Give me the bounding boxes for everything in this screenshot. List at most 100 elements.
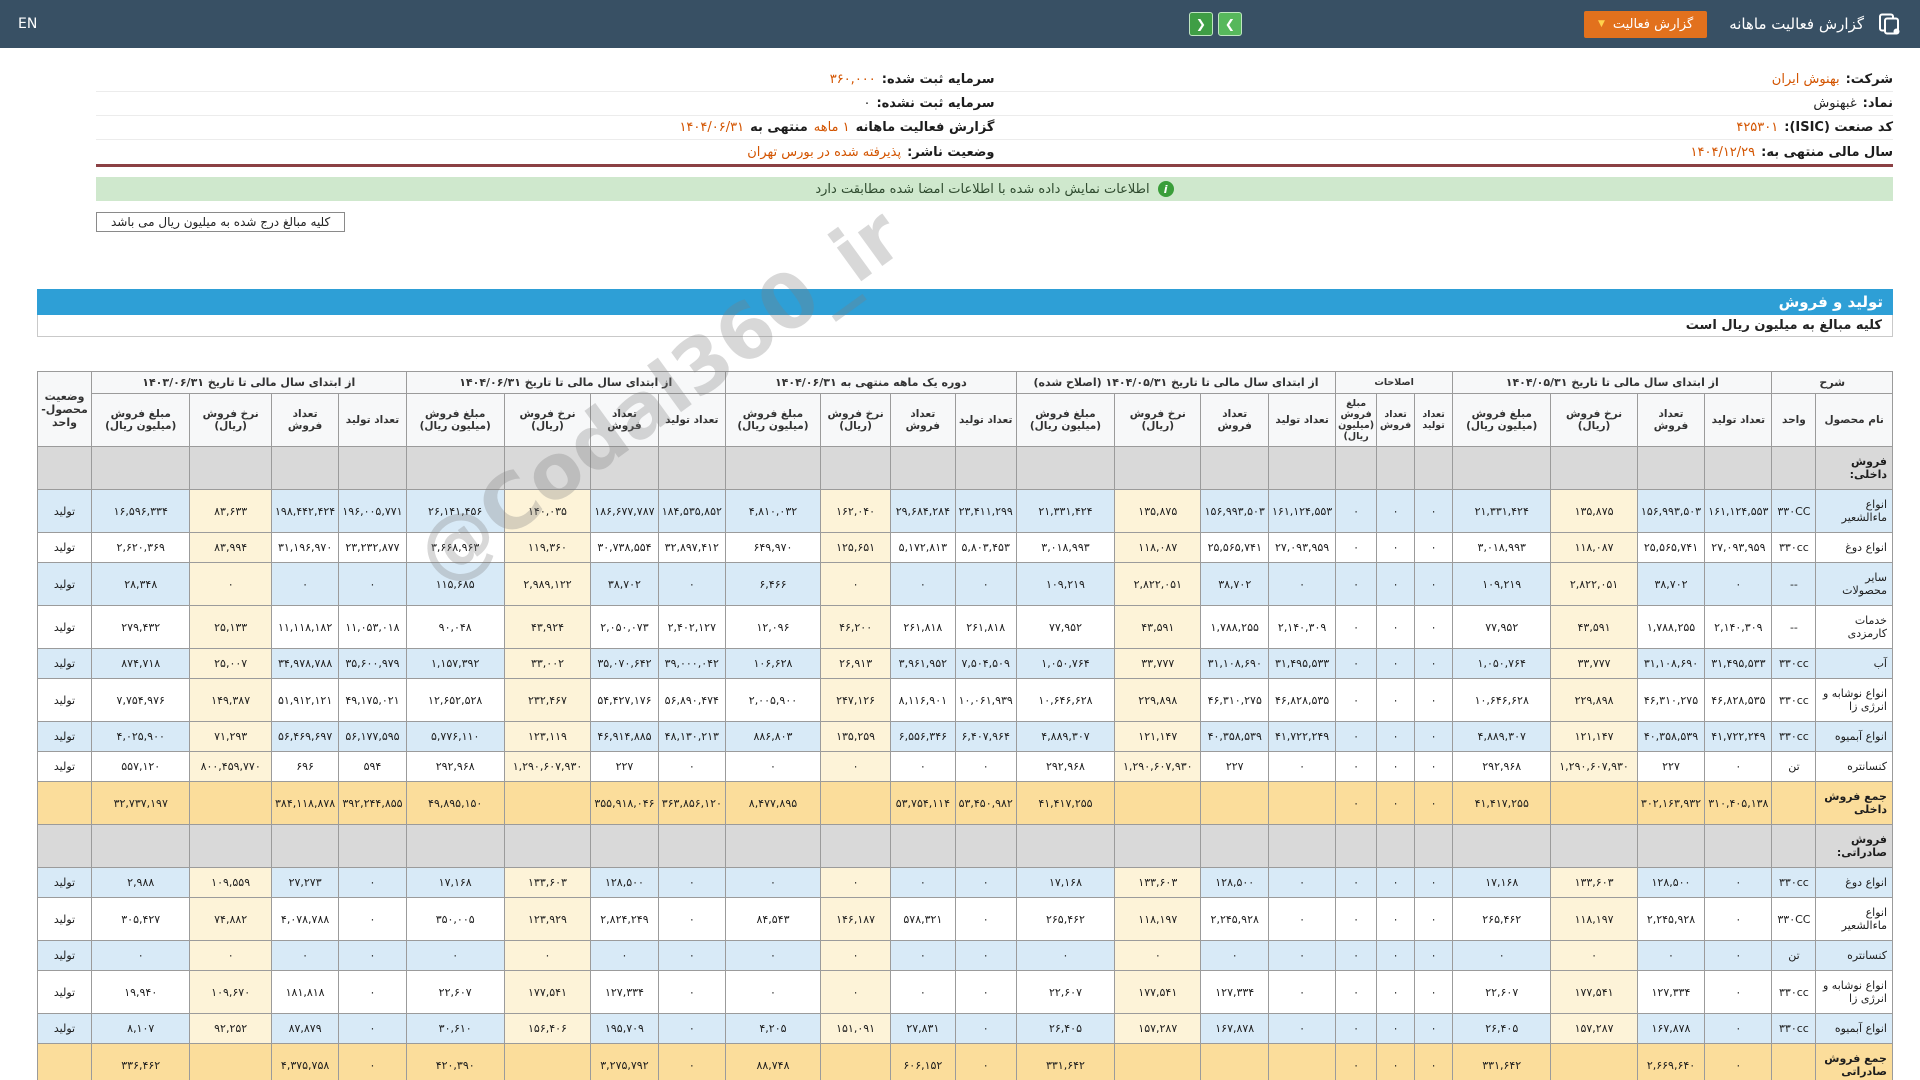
value-cell: ۳۵,۶۰۰,۹۷۹ bbox=[338, 648, 407, 679]
empty-cell bbox=[503, 446, 592, 490]
value-cell: ۲۴۷,۱۲۶ bbox=[820, 678, 892, 722]
empty-cell bbox=[90, 824, 191, 868]
empty-cell bbox=[1200, 446, 1269, 490]
next-report-button[interactable]: ❯ bbox=[1217, 12, 1242, 36]
value-cell: ۴۹,۸۹۵,۱۵۰ bbox=[405, 781, 505, 825]
value-cell: ۳۴,۹۷۸,۷۸۸ bbox=[270, 648, 340, 679]
value-cell: ۱۳۵,۲۵۹ bbox=[820, 721, 892, 752]
value-cell: ۳۰,۶۱۰ bbox=[405, 1013, 505, 1044]
value-cell: ۰ bbox=[890, 970, 956, 1014]
product-name: آب bbox=[1815, 648, 1893, 679]
product-name: انواع ماءالشعیر bbox=[1815, 897, 1893, 941]
value-cell: ۳۳,۷۷۷ bbox=[1114, 648, 1202, 679]
empty-cell bbox=[1414, 446, 1454, 490]
value-cell: ۹۰,۰۴۸ bbox=[405, 605, 505, 649]
column-group-header: دوره یک ماهه منتهی به ۱۴۰۴/۰۶/۳۱ bbox=[724, 371, 1017, 394]
value-cell: ۰ bbox=[890, 751, 956, 782]
value-cell: ۰ bbox=[1335, 781, 1378, 825]
value-cell: ۲,۰۰۵,۹۰۰ bbox=[724, 678, 822, 722]
value-cell: ۰ bbox=[1414, 751, 1454, 782]
value-cell: ۲,۶۲۰,۳۶۹ bbox=[90, 532, 191, 563]
value-cell: ۱۱۸,۰۸۷ bbox=[1550, 532, 1638, 563]
report-type-button[interactable]: گزارش فعالیت ▼ bbox=[1583, 10, 1708, 38]
value-cell bbox=[820, 1043, 892, 1080]
value-cell: ۴۹,۱۷۵,۰۲۱ bbox=[338, 678, 407, 722]
value-cell: ۳,۰۱۸,۹۹۳ bbox=[1452, 532, 1552, 563]
value-cell: ۰ bbox=[954, 751, 1017, 782]
status-cell: تولید bbox=[37, 751, 92, 782]
value-cell: ۲۹,۶۸۴,۲۸۴ bbox=[890, 489, 956, 533]
value-cell: ۵,۱۷۲,۸۱۳ bbox=[890, 532, 956, 563]
empty-cell bbox=[657, 824, 726, 868]
value-cell: ۰ bbox=[1414, 781, 1454, 825]
value-cell: ۰ bbox=[724, 970, 822, 1014]
value-cell: ۰ bbox=[1335, 648, 1378, 679]
value-cell: ۴,۸۸۹,۳۰۷ bbox=[1015, 721, 1116, 752]
empty-cell bbox=[1636, 824, 1706, 868]
report-icon[interactable] bbox=[1876, 11, 1902, 37]
value-cell: ۳۰۵,۴۲۷ bbox=[90, 897, 191, 941]
value-cell: ۱۷,۱۶۸ bbox=[1452, 867, 1552, 898]
empty-cell bbox=[820, 446, 892, 490]
value-cell: ۲۲۷ bbox=[1636, 751, 1706, 782]
value-cell: ۰ bbox=[338, 1013, 407, 1044]
symbol-value: غبهنوش bbox=[1813, 96, 1857, 111]
empty-cell bbox=[338, 446, 407, 490]
value-cell: ۰ bbox=[338, 897, 407, 941]
company-label: شرکت: bbox=[1845, 72, 1893, 87]
value-cell: ۱۲۸,۵۰۰ bbox=[590, 867, 659, 898]
value-cell: ۸۷۴,۷۱۸ bbox=[90, 648, 191, 679]
value-cell: ۰ bbox=[1335, 1013, 1378, 1044]
column-header: مبلغ فروش (میلیون ریال) bbox=[1335, 393, 1378, 447]
language-toggle[interactable]: EN bbox=[18, 16, 37, 32]
production-sales-section: تولید و فروش کلیه مبالغ به میلیون ریال ا… bbox=[37, 190, 1893, 1080]
value-cell: ۲۷۹,۴۳۲ bbox=[90, 605, 191, 649]
value-cell: ۰ bbox=[1267, 970, 1337, 1014]
value-cell: ۱,۲۹۰,۶۰۷,۹۳۰ bbox=[1114, 751, 1202, 782]
company-name[interactable]: بهنوش ایران bbox=[1772, 72, 1840, 87]
value-cell: ۲,۸۲۲,۰۵۱ bbox=[1114, 562, 1202, 606]
column-header: تعداد فروش bbox=[590, 393, 659, 447]
unit-cell bbox=[1771, 1043, 1817, 1080]
empty-cell bbox=[1771, 824, 1817, 868]
value-cell: ۰ bbox=[1414, 1013, 1454, 1044]
value-cell: ۰ bbox=[338, 562, 407, 606]
value-cell: ۰ bbox=[1376, 678, 1416, 722]
value-cell: ۵,۸۰۳,۴۵۳ bbox=[954, 532, 1017, 563]
column-group-header: از ابتدای سال مالی تا تاریخ ۱۴۰۴/۰۶/۳۱ bbox=[405, 371, 726, 394]
product-name: کنسانتره bbox=[1815, 940, 1893, 971]
value-cell: ۰ bbox=[189, 940, 272, 971]
value-cell: ۰ bbox=[1335, 751, 1378, 782]
value-cell: ۰ bbox=[1376, 897, 1416, 941]
value-cell: ۸۳,۶۳۳ bbox=[189, 489, 272, 533]
value-cell bbox=[189, 781, 272, 825]
column-header: نام محصول bbox=[1815, 393, 1893, 447]
value-cell: ۳۹,۰۰۰,۰۴۲ bbox=[657, 648, 726, 679]
value-cell: ۲,۲۴۵,۹۲۸ bbox=[1636, 897, 1706, 941]
value-cell: ۰ bbox=[954, 940, 1017, 971]
unit-cell: ۳۳۰cc bbox=[1771, 867, 1817, 898]
status-cell: تولید bbox=[37, 721, 92, 752]
value-cell: ۰ bbox=[1376, 1043, 1416, 1080]
empty-cell bbox=[1114, 446, 1202, 490]
value-cell: ۲۹۲,۹۶۸ bbox=[1015, 751, 1116, 782]
value-cell: ۳۰,۷۳۸,۵۵۴ bbox=[590, 532, 659, 563]
empty-cell bbox=[954, 824, 1017, 868]
product-name: انواع دوغ bbox=[1815, 867, 1893, 898]
value-cell: ۴۶,۸۲۸,۵۳۵ bbox=[1267, 678, 1337, 722]
section-label: فروش داخلی: bbox=[1815, 446, 1893, 490]
value-cell: ۴۶,۳۱۰,۲۷۵ bbox=[1200, 678, 1269, 722]
total-label: جمع فروش داخلی bbox=[1815, 781, 1893, 825]
value-cell: ۵۴,۴۲۷,۱۷۶ bbox=[590, 678, 659, 722]
value-cell: ۳۳,۷۷۷ bbox=[1550, 648, 1638, 679]
prev-report-button[interactable]: ❮ bbox=[1188, 12, 1213, 36]
value-cell: ۴,۸۱۰,۰۳۲ bbox=[724, 489, 822, 533]
value-cell: ۵۵۷,۱۲۰ bbox=[90, 751, 191, 782]
value-cell: ۲,۸۲۴,۲۴۹ bbox=[590, 897, 659, 941]
value-cell: ۰ bbox=[820, 751, 892, 782]
value-cell: ۱۶۱,۱۲۴,۵۵۳ bbox=[1267, 489, 1337, 533]
value-cell: ۲۲۹,۸۹۸ bbox=[1550, 678, 1638, 722]
column-group-header: اصلاحات bbox=[1335, 371, 1454, 394]
status-cell: تولید bbox=[37, 867, 92, 898]
unit-cell: ۳۳۰CC bbox=[1771, 489, 1817, 533]
